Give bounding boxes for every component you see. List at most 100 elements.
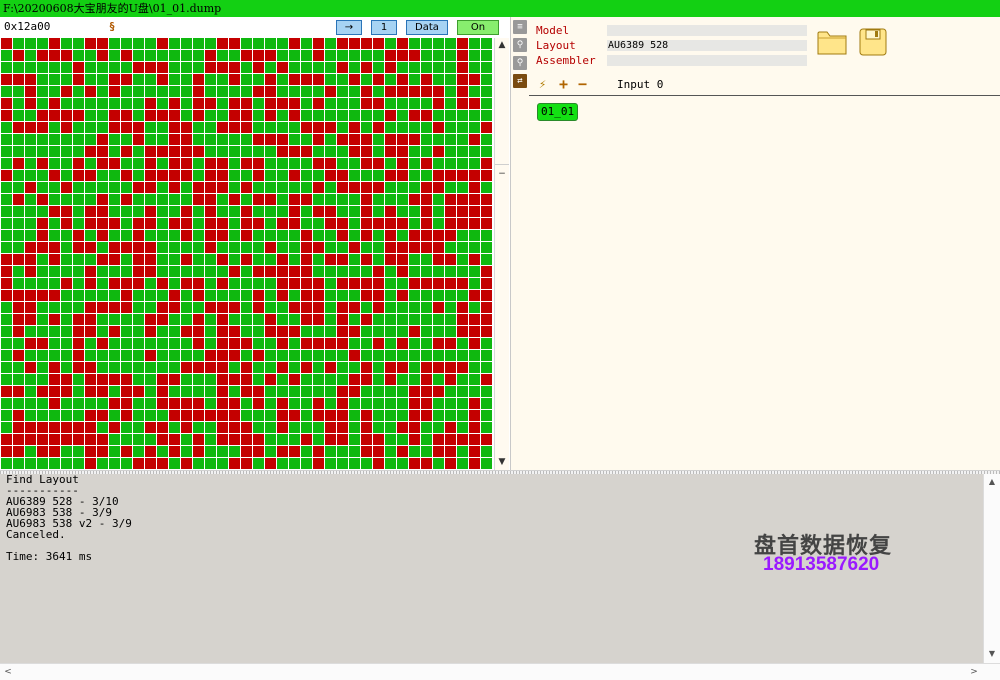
grid-cell bbox=[481, 122, 492, 133]
grid-cell bbox=[49, 206, 60, 217]
grid-cell bbox=[193, 422, 204, 433]
grid-cell bbox=[397, 458, 408, 469]
grid-cell bbox=[265, 434, 276, 445]
folder-open-icon[interactable] bbox=[817, 28, 847, 56]
grid-cell bbox=[181, 158, 192, 169]
address-input[interactable] bbox=[2, 20, 98, 33]
list-icon[interactable]: ≡ bbox=[513, 20, 527, 34]
grid-cell bbox=[301, 458, 312, 469]
model-field[interactable] bbox=[607, 25, 807, 36]
page-button[interactable]: 1 bbox=[371, 20, 397, 35]
grid-cell bbox=[217, 158, 228, 169]
grid-cell bbox=[49, 350, 60, 361]
grid-cell bbox=[421, 386, 432, 397]
grid-cell bbox=[181, 290, 192, 301]
grid-cell bbox=[253, 182, 264, 193]
grid-cell bbox=[169, 182, 180, 193]
grid-cell bbox=[265, 98, 276, 109]
grid-cell bbox=[13, 134, 24, 145]
grid-cell bbox=[1, 350, 12, 361]
grid-cell bbox=[133, 326, 144, 337]
grid-cell bbox=[157, 242, 168, 253]
grid-cell bbox=[121, 122, 132, 133]
grid-cell bbox=[241, 374, 252, 385]
dump-chip[interactable]: 01_01 bbox=[537, 103, 579, 121]
link-icon[interactable]: § bbox=[106, 20, 118, 34]
grid-cell bbox=[481, 194, 492, 205]
grid-scrollbar[interactable]: ▲ − ▼ bbox=[494, 38, 509, 470]
add-icon[interactable]: + bbox=[559, 75, 568, 93]
grid-cell bbox=[337, 254, 348, 265]
remove-icon[interactable]: − bbox=[578, 75, 587, 93]
grid-cell bbox=[337, 218, 348, 229]
grid-cell bbox=[421, 410, 432, 421]
grid-cell bbox=[421, 290, 432, 301]
grid-cell bbox=[421, 230, 432, 241]
grid-cell bbox=[121, 314, 132, 325]
scroll-up-icon[interactable]: ▲ bbox=[986, 476, 998, 488]
grid-cell bbox=[325, 242, 336, 253]
minus-icon[interactable]: − bbox=[496, 168, 508, 180]
swap-icon[interactable]: ⇄ bbox=[513, 74, 527, 88]
grid-cell bbox=[277, 230, 288, 241]
grid-cell bbox=[193, 326, 204, 337]
grid-cell bbox=[445, 158, 456, 169]
log-horizontal-scrollbar[interactable]: < > bbox=[0, 663, 1000, 680]
grid-cell bbox=[337, 374, 348, 385]
grid-cell bbox=[193, 182, 204, 193]
scroll-left-icon[interactable]: < bbox=[2, 666, 14, 678]
grid-cell bbox=[109, 362, 120, 373]
assembler-field[interactable] bbox=[607, 55, 807, 66]
grid-cell bbox=[277, 38, 288, 49]
grid-cell bbox=[277, 122, 288, 133]
grid-cell bbox=[97, 62, 108, 73]
grid-cell bbox=[409, 410, 420, 421]
grid-cell bbox=[289, 206, 300, 217]
grid-cell bbox=[433, 422, 444, 433]
grid-cell bbox=[397, 206, 408, 217]
grid-cell bbox=[49, 422, 60, 433]
on-toggle[interactable]: On bbox=[457, 20, 499, 35]
grid-cell bbox=[481, 338, 492, 349]
grid-cell bbox=[349, 218, 360, 229]
grid-cell bbox=[229, 374, 240, 385]
grid-cell bbox=[469, 326, 480, 337]
grid-cell bbox=[445, 302, 456, 313]
grid-cell bbox=[121, 254, 132, 265]
log-vertical-scrollbar[interactable]: ▲ ▼ bbox=[983, 474, 1000, 663]
grid-cell bbox=[109, 74, 120, 85]
layout-field[interactable]: AU6389 528 bbox=[607, 40, 807, 51]
grid-cell bbox=[289, 218, 300, 229]
grid-cell bbox=[241, 62, 252, 73]
grid-cell bbox=[61, 302, 72, 313]
bit-grid[interactable] bbox=[1, 38, 494, 470]
scroll-up-icon[interactable]: ▲ bbox=[496, 39, 508, 51]
scroll-right-icon[interactable]: > bbox=[968, 666, 980, 678]
grid-cell bbox=[445, 326, 456, 337]
grid-cell bbox=[325, 158, 336, 169]
grid-cell bbox=[361, 122, 372, 133]
data-button[interactable]: Data bbox=[406, 20, 448, 35]
scroll-down-icon[interactable]: ▼ bbox=[496, 456, 508, 468]
grid-cell bbox=[349, 374, 360, 385]
grid-cell bbox=[61, 314, 72, 325]
grid-cell bbox=[457, 410, 468, 421]
wand-icon[interactable]: ⚡ bbox=[539, 77, 546, 91]
grid-cell bbox=[241, 266, 252, 277]
grid-cell bbox=[325, 338, 336, 349]
pin-icon-2[interactable]: ⚲ bbox=[513, 56, 527, 70]
grid-cell bbox=[337, 230, 348, 241]
grid-cell bbox=[169, 74, 180, 85]
grid-cell bbox=[409, 350, 420, 361]
grid-cell bbox=[433, 206, 444, 217]
scroll-down-icon[interactable]: ▼ bbox=[986, 648, 998, 660]
grid-cell bbox=[49, 266, 60, 277]
grid-cell bbox=[193, 62, 204, 73]
pin-icon[interactable]: ⚲ bbox=[513, 38, 527, 52]
grid-cell bbox=[73, 170, 84, 181]
save-icon[interactable] bbox=[859, 28, 887, 56]
next-button[interactable]: → bbox=[336, 20, 362, 35]
grid-cell bbox=[85, 458, 96, 469]
grid-cell bbox=[325, 182, 336, 193]
grid-cell bbox=[25, 314, 36, 325]
